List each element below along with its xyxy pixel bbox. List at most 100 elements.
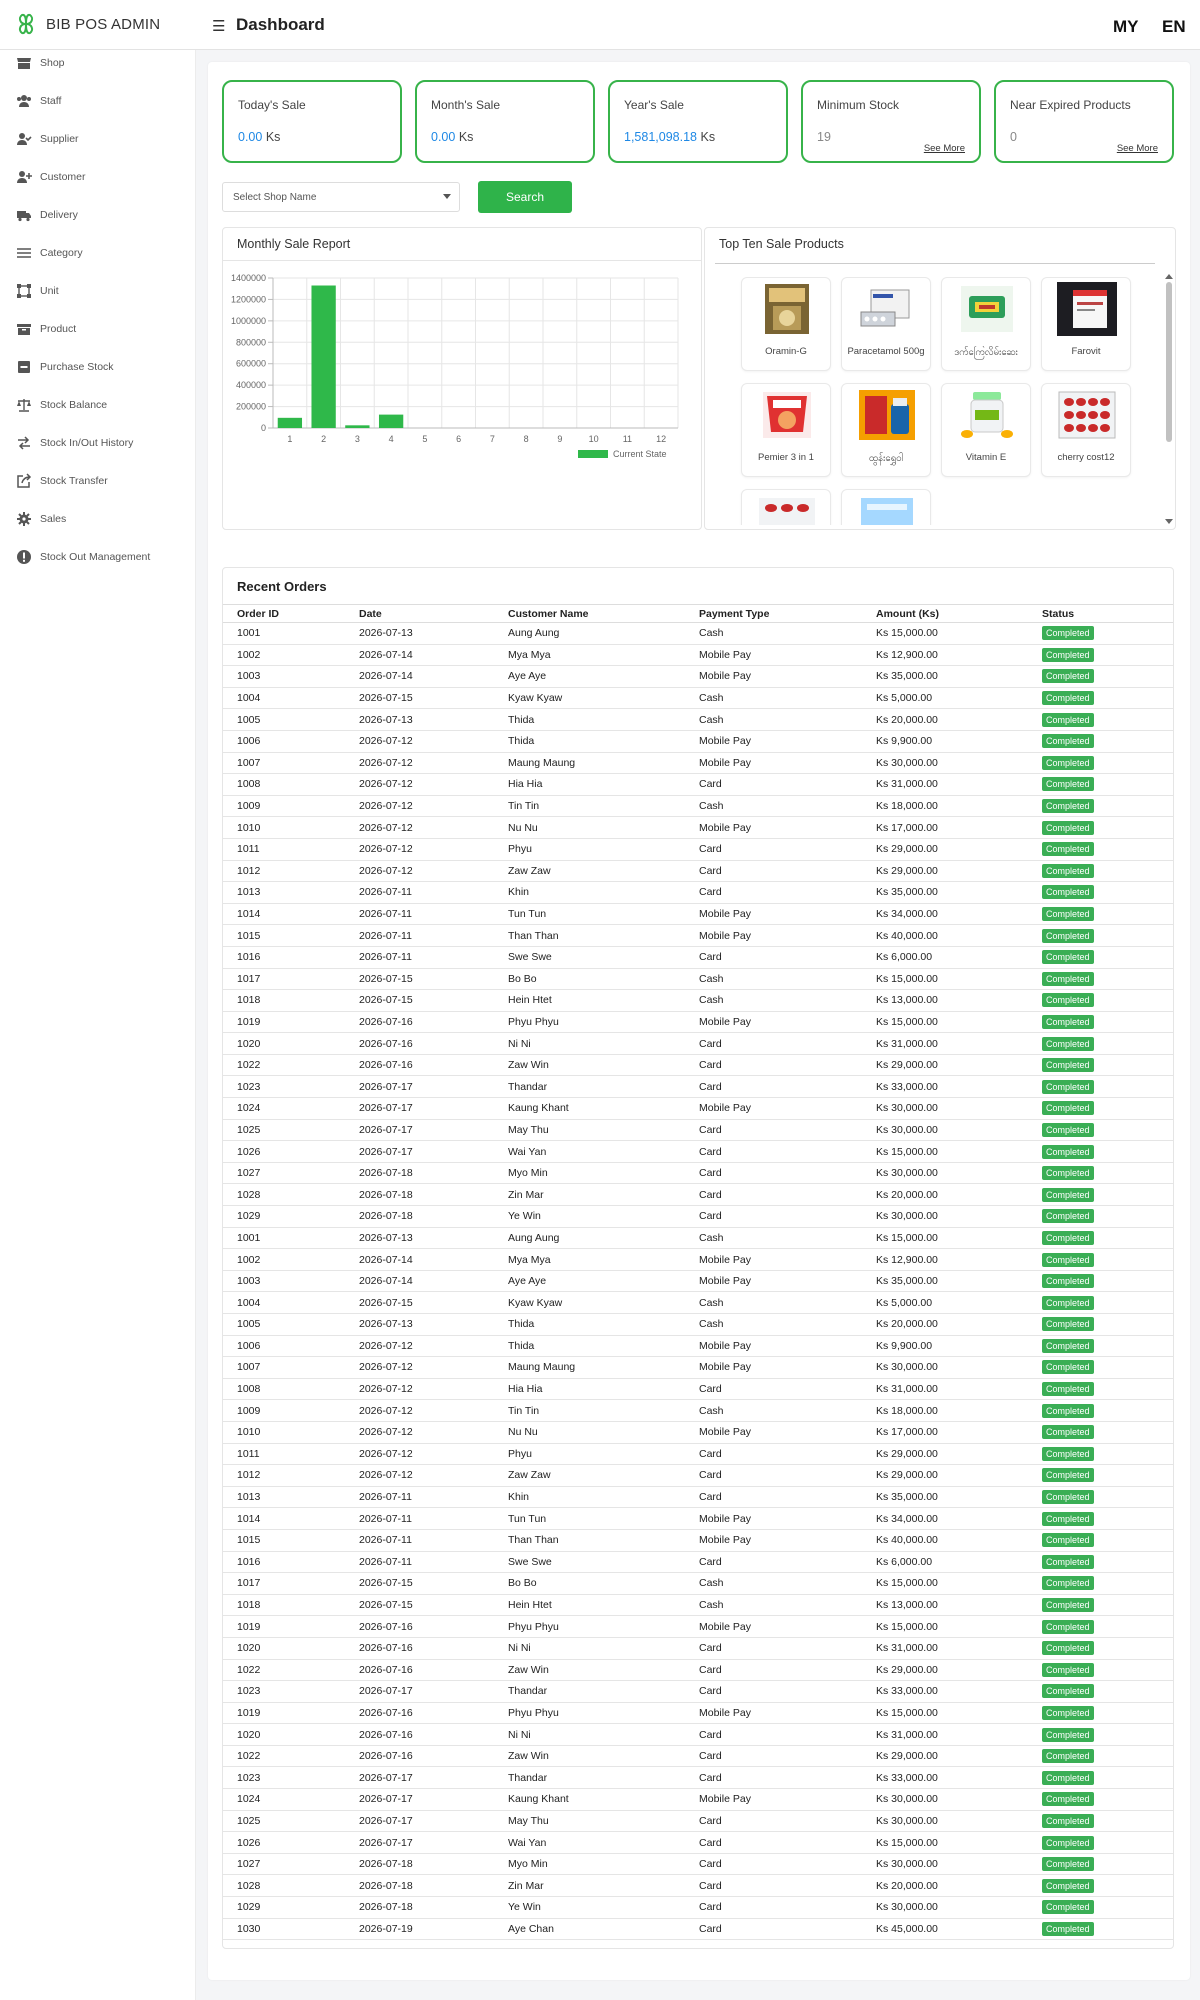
table-row[interactable]: 1008 2026-07-12 Hia Hia Card Ks 31,000.00 Com… — [223, 773, 1173, 796]
sidebar-item-stock-out-management[interactable]: Stock Out Management — [0, 544, 196, 570]
near-expired-see-more-link[interactable]: See More — [1117, 143, 1158, 154]
table-row[interactable]: 1010 2026-07-12 Nu Nu Mobile Pay Ks 17,000.0… — [223, 816, 1173, 839]
table-row[interactable]: 1022 2026-07-16 Zaw Win Card Ks 29,000.00 Com… — [223, 1659, 1173, 1682]
sidebar-item-product[interactable]: Product — [0, 316, 196, 342]
table-row[interactable]: 1028 2026-07-18 Zin Mar Card Ks 20,000.00 Com… — [223, 1183, 1173, 1207]
table-row[interactable]: 1019 2026-07-16 Phyu Phyu Mobile Pay Ks 15,0… — [223, 1615, 1173, 1638]
column-header-customer-name[interactable]: Customer Name — [494, 604, 685, 623]
product-card-10[interactable] — [841, 489, 931, 525]
sidebar-item-delivery[interactable]: Delivery — [0, 202, 196, 228]
product-card-pemier-3-in-1[interactable]: Pemier 3 in 1 — [741, 383, 831, 477]
product-card-htun-shwe-war[interactable]: ထွန်းရွှေဝါ — [841, 383, 931, 477]
table-row[interactable]: 1018 2026-07-15 Hein Htet Cash Ks 13,000.00 C… — [223, 1594, 1173, 1617]
table-row[interactable]: 1025 2026-07-17 May Thu Card Ks 30,000.00 Com… — [223, 1119, 1173, 1142]
sidebar-item-stock-balance[interactable]: Stock Balance — [0, 392, 196, 418]
table-row[interactable]: 1001 2026-07-13 Aung Aung Cash Ks 15,000.00 C… — [223, 622, 1173, 645]
sidebar-item-supplier[interactable]: Supplier — [0, 126, 196, 152]
table-row[interactable]: 1022 2026-07-16 Zaw Win Card Ks 29,000.00 Com… — [223, 1745, 1173, 1768]
product-card-farovit[interactable]: Farovit — [1041, 277, 1131, 371]
sidebar-item-staff[interactable]: Staff — [0, 88, 196, 114]
table-row[interactable]: 1020 2026-07-16 Ni Ni Card Ks 31,000.00 Compl… — [223, 1723, 1173, 1746]
column-header-date[interactable]: Date — [345, 604, 494, 623]
product-card-vitamin-e[interactable]: Vitamin E — [941, 383, 1031, 477]
search-button[interactable]: Search — [478, 181, 572, 213]
table-row[interactable]: 1012 2026-07-12 Zaw Zaw Card Ks 29,000.00 Com… — [223, 1464, 1173, 1487]
table-row[interactable]: 1013 2026-07-11 Khin Card Ks 35,000.00 Comple… — [223, 881, 1173, 904]
menu-toggle-icon[interactable]: ☰ — [212, 17, 225, 35]
sidebar-item-purchase-stock[interactable]: Purchase Stock — [0, 354, 196, 380]
sidebar-item-stock-in-out-history[interactable]: Stock In/Out History — [0, 430, 196, 456]
sidebar-item-sales[interactable]: Sales — [0, 506, 196, 532]
table-row[interactable]: 1004 2026-07-15 Kyaw Kyaw Cash Ks 5,000.00 Co… — [223, 1291, 1173, 1314]
table-row[interactable]: 1017 2026-07-15 Bo Bo Cash Ks 15,000.00 Compl… — [223, 968, 1173, 991]
sidebar-item-stock-transfer[interactable]: Stock Transfer — [0, 468, 196, 494]
table-row[interactable]: 1019 2026-07-16 Phyu Phyu Mobile Pay Ks 15,0… — [223, 1702, 1173, 1725]
table-row[interactable]: 1023 2026-07-17 Thandar Card Ks 33,000.00 Com… — [223, 1075, 1173, 1099]
language-my-button[interactable]: MY — [1113, 17, 1139, 37]
table-row[interactable]: 1010 2026-07-12 Nu Nu Mobile Pay Ks 17,000.0… — [223, 1421, 1173, 1444]
table-row[interactable]: 1007 2026-07-12 Maung Maung Mobile Pay Ks 30… — [223, 1356, 1173, 1379]
table-row[interactable]: 1029 2026-07-18 Ye Win Card Ks 30,000.00 Comp… — [223, 1205, 1173, 1228]
table-row[interactable]: 1004 2026-07-15 Kyaw Kyaw Cash Ks 5,000.00 Co… — [223, 687, 1173, 710]
column-header-payment-type[interactable]: Payment Type — [685, 604, 862, 623]
table-row[interactable]: 1002 2026-07-14 Mya Mya Mobile Pay Ks 12,900… — [223, 1248, 1173, 1271]
table-row[interactable]: 1003 2026-07-14 Aye Aye Mobile Pay Ks 35,000… — [223, 665, 1173, 688]
table-row[interactable]: 1026 2026-07-17 Wai Yan Card Ks 15,000.00 Com… — [223, 1831, 1173, 1854]
column-header-status[interactable]: Status — [1028, 604, 1173, 623]
shop-select[interactable]: Select Shop Name — [222, 182, 460, 212]
language-en-button[interactable]: EN — [1162, 17, 1186, 37]
sidebar-item-unit[interactable]: Unit — [0, 278, 196, 304]
sidebar-item-shop[interactable]: Shop — [0, 50, 196, 76]
table-row[interactable]: 1016 2026-07-11 Swe Swe Card Ks 6,000.00 Comp… — [223, 946, 1173, 969]
table-row[interactable]: 1028 2026-07-18 Zin Mar Card Ks 20,000.00 Com… — [223, 1874, 1173, 1898]
table-row[interactable]: 1011 2026-07-12 Phyu Card Ks 29,000.00 Comple… — [223, 838, 1173, 861]
table-row[interactable]: 1030 2026-07-19 Aye Chan Card Ks 45,000.00 Co… — [223, 1918, 1173, 1941]
column-header-amount[interactable]: Amount (Ks) — [862, 604, 1028, 623]
table-row[interactable]: 1006 2026-07-12 Thida Mobile Pay Ks 9,900.00… — [223, 1335, 1173, 1358]
table-row[interactable]: 1002 2026-07-14 Mya Mya Mobile Pay Ks 12,900… — [223, 644, 1173, 667]
table-row[interactable]: 1027 2026-07-18 Myo Min Card Ks 30,000.00 Com… — [223, 1853, 1173, 1876]
table-row[interactable]: 1024 2026-07-17 Kaung Khant Mobile Pay Ks 30… — [223, 1097, 1173, 1120]
sidebar-item-customer[interactable]: Customer — [0, 164, 196, 190]
table-row[interactable]: 1027 2026-07-18 Myo Min Card Ks 30,000.00 Com… — [223, 1162, 1173, 1185]
table-row[interactable]: 1013 2026-07-11 Khin Card Ks 35,000.00 Comple… — [223, 1486, 1173, 1509]
product-card-cherry-cost12[interactable]: cherry cost12 — [1041, 383, 1131, 477]
table-row[interactable]: 1005 2026-07-13 Thida Cash Ks 20,000.00 Compl… — [223, 1313, 1173, 1336]
table-row[interactable]: 1012 2026-07-12 Zaw Zaw Card Ks 29,000.00 Com… — [223, 860, 1173, 883]
product-card-paracetamol[interactable]: Paracetamol 500g — [841, 277, 931, 371]
table-row[interactable]: 1008 2026-07-12 Hia Hia Card Ks 31,000.00 Com… — [223, 1378, 1173, 1401]
scroll-down-arrow-icon[interactable] — [1165, 519, 1173, 524]
table-row[interactable]: 1017 2026-07-15 Bo Bo Cash Ks 15,000.00 Compl… — [223, 1572, 1173, 1595]
product-card-9[interactable] — [741, 489, 831, 525]
product-card-oramin-g[interactable]: Oramin-G — [741, 277, 831, 371]
table-row[interactable]: 1016 2026-07-11 Swe Swe Card Ks 6,000.00 Comp… — [223, 1551, 1173, 1574]
sidebar-item-category[interactable]: Category — [0, 240, 196, 266]
table-row[interactable]: 1003 2026-07-14 Aye Aye Mobile Pay Ks 35,000… — [223, 1270, 1173, 1293]
table-row[interactable]: 1019 2026-07-16 Phyu Phyu Mobile Pay Ks 15,0… — [223, 1011, 1173, 1034]
table-row[interactable]: 1026 2026-07-17 Wai Yan Card Ks 15,000.00 Com… — [223, 1140, 1173, 1163]
table-row[interactable]: 1007 2026-07-12 Maung Maung Mobile Pay Ks 30… — [223, 752, 1173, 775]
table-row[interactable]: 1024 2026-07-17 Kaung Khant Mobile Pay Ks 30… — [223, 1788, 1173, 1811]
table-row[interactable]: 1023 2026-07-17 Thandar Card Ks 33,000.00 Com… — [223, 1766, 1173, 1790]
table-row[interactable]: 1020 2026-07-16 Ni Ni Card Ks 31,000.00 Compl… — [223, 1637, 1173, 1660]
table-row[interactable]: 1018 2026-07-15 Hein Htet Cash Ks 13,000.00 C… — [223, 989, 1173, 1012]
product-card-ointment[interactable]: ဒက်ကြေလိမ်းဆေး — [941, 277, 1031, 371]
table-row[interactable]: 1009 2026-07-12 Tin Tin Cash Ks 18,000.00 Com… — [223, 795, 1173, 818]
table-row[interactable]: 1006 2026-07-12 Thida Mobile Pay Ks 9,900.00… — [223, 730, 1173, 753]
table-row[interactable]: 1005 2026-07-13 Thida Cash Ks 20,000.00 Compl… — [223, 708, 1173, 731]
table-row[interactable]: 1025 2026-07-17 May Thu Card Ks 30,000.00 Com… — [223, 1810, 1173, 1833]
table-row[interactable]: 1011 2026-07-12 Phyu Card Ks 29,000.00 Comple… — [223, 1443, 1173, 1466]
table-row[interactable]: 1014 2026-07-11 Tun Tun Mobile Pay Ks 34,000… — [223, 1507, 1173, 1530]
table-row[interactable]: 1022 2026-07-16 Zaw Win Card Ks 29,000.00 Com… — [223, 1054, 1173, 1077]
scrollbar-thumb[interactable] — [1166, 282, 1172, 442]
table-row[interactable]: 1015 2026-07-11 Than Than Mobile Pay Ks 40,0… — [223, 924, 1173, 947]
table-row[interactable]: 1014 2026-07-11 Tun Tun Mobile Pay Ks 34,000… — [223, 903, 1173, 926]
table-row[interactable]: 1023 2026-07-17 Thandar Card Ks 33,000.00 Com… — [223, 1680, 1173, 1703]
table-row[interactable]: 1029 2026-07-18 Ye Win Card Ks 30,000.00 Comp… — [223, 1896, 1173, 1919]
scroll-up-arrow-icon[interactable] — [1165, 274, 1173, 279]
table-row[interactable]: 1020 2026-07-16 Ni Ni Card Ks 31,000.00 Compl… — [223, 1032, 1173, 1055]
table-row[interactable]: 1015 2026-07-11 Than Than Mobile Pay Ks 40,0… — [223, 1529, 1173, 1552]
product-list-scrollbar[interactable] — [1165, 274, 1173, 524]
minimum-stock-see-more-link[interactable]: See More — [924, 143, 965, 154]
table-row[interactable]: 1001 2026-07-13 Aung Aung Cash Ks 15,000.00 C… — [223, 1227, 1173, 1250]
